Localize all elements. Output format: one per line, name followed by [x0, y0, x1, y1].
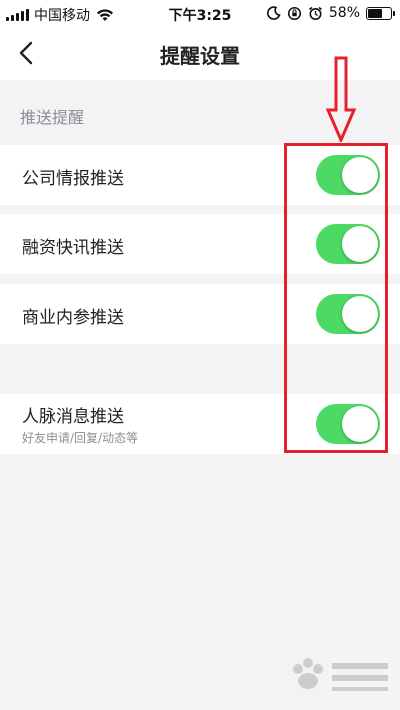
down-arrow-annotation-icon [326, 56, 356, 142]
watermark-logo [293, 658, 388, 691]
battery-fill [368, 8, 382, 18]
annotation-highlight-box [284, 143, 388, 453]
battery-tip [393, 10, 395, 16]
row-label: 融资快讯推送 [22, 238, 124, 258]
alarm-icon [308, 6, 322, 20]
status-right: 58% [266, 5, 395, 21]
battery-icon [366, 6, 395, 20]
row-sublabel: 好友申请/回复/动态等 [22, 431, 139, 445]
row-label: 公司情报推送 [22, 169, 124, 189]
section-header: 推送提醒 [20, 108, 85, 127]
status-bar: 中国移动 下午3:25 58% [0, 0, 400, 26]
moon-icon [266, 6, 281, 20]
lock-rotation-icon [287, 6, 301, 20]
row-label: 人脉消息推送 [22, 407, 124, 427]
row-label: 商业内参推送 [22, 308, 124, 328]
battery-percent: 58% [328, 5, 360, 21]
